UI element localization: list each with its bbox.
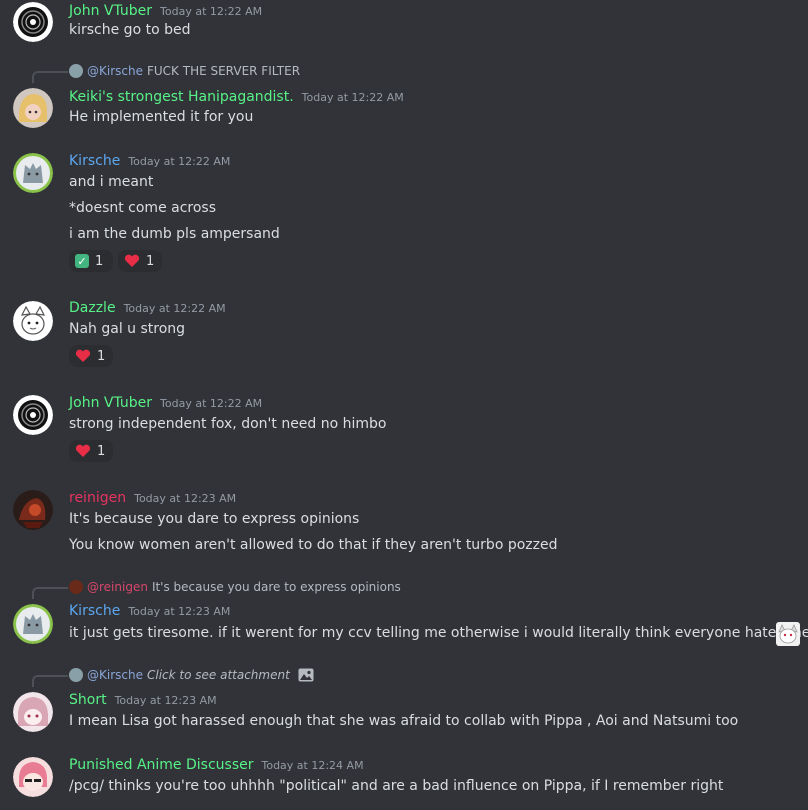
reply-mention[interactable]: @reinigen xyxy=(87,580,148,594)
timestamp[interactable]: Today at 12:23 AM xyxy=(134,492,236,505)
timestamp[interactable]: Today at 12:23 AM xyxy=(115,694,217,707)
author-name[interactable]: reinigen xyxy=(69,490,126,506)
image-icon xyxy=(298,668,314,682)
message-text: and i meant xyxy=(69,174,154,190)
reaction-count: 1 xyxy=(97,443,106,459)
reply-avatar xyxy=(69,64,83,78)
reply-preview[interactable]: @reinigen It's because you dare to expre… xyxy=(69,580,401,594)
message-header: Kirsche Today at 12:23 AM xyxy=(69,603,230,619)
reaction-count: 1 xyxy=(97,348,106,364)
avatar[interactable] xyxy=(13,757,53,797)
message-text: strong independent fox, don't need no hi… xyxy=(69,416,387,432)
reaction-check[interactable]: ✓ 1 xyxy=(69,250,113,272)
author-name[interactable]: Punished Anime Discusser xyxy=(69,757,253,773)
author-name[interactable]: Dazzle xyxy=(69,300,116,316)
timestamp[interactable]: Today at 12:23 AM xyxy=(128,605,230,618)
reaction-count: 1 xyxy=(95,253,104,269)
reaction-count: 1 xyxy=(146,253,155,269)
timestamp[interactable]: Today at 12:22 AM xyxy=(124,302,226,315)
custom-emoji[interactable] xyxy=(776,622,800,646)
reply-spine xyxy=(32,71,68,83)
author-name[interactable]: John VTuber xyxy=(69,395,152,411)
avatar[interactable] xyxy=(13,88,53,128)
reply-mention[interactable]: @Kirsche xyxy=(87,668,143,682)
timestamp[interactable]: Today at 12:22 AM xyxy=(128,155,230,168)
message-text: You know women aren't allowed to do that… xyxy=(69,537,558,553)
message-text: it just gets tiresome. if it werent for … xyxy=(69,625,808,641)
reaction-heart[interactable]: 1 xyxy=(118,250,162,272)
message-header: Short Today at 12:23 AM xyxy=(69,692,217,708)
reply-avatar xyxy=(69,668,83,682)
avatar[interactable] xyxy=(13,490,53,530)
reply-text: It's because you dare to express opinion… xyxy=(151,580,401,594)
avatar[interactable] xyxy=(13,692,53,732)
author-name[interactable]: Short xyxy=(69,692,107,708)
reply-text: Click to see attachment xyxy=(146,668,290,682)
heart-emoji xyxy=(124,254,140,268)
author-name[interactable]: Keiki's strongest Hanipagandist. xyxy=(69,89,294,105)
message-text: /pcg/ thinks you're too uhhhh "political… xyxy=(69,778,724,794)
message-header: reinigen Today at 12:23 AM xyxy=(69,490,236,506)
reply-text: FUCK THE SERVER FILTER xyxy=(146,64,301,78)
author-name[interactable]: Kirsche xyxy=(69,153,120,169)
message-header: Keiki's strongest Hanipagandist. Today a… xyxy=(69,89,404,105)
message-text: I mean Lisa got harassed enough that she… xyxy=(69,713,739,729)
check-emoji: ✓ xyxy=(75,254,89,268)
message-text: kirsche go to bed xyxy=(69,22,191,38)
reply-spine xyxy=(32,587,68,599)
message-header: Dazzle Today at 12:22 AM xyxy=(69,300,226,316)
author-name[interactable]: Kirsche xyxy=(69,603,120,619)
message-text: Nah gal u strong xyxy=(69,321,186,337)
timestamp[interactable]: Today at 12:22 AM xyxy=(302,91,404,104)
reply-preview[interactable]: @Kirsche Click to see attachment xyxy=(69,668,314,682)
message-text: i am the dumb pls ampersand xyxy=(69,226,280,242)
message-header: John VTuber Today at 12:22 AM xyxy=(69,395,262,411)
message-text: It's because you dare to express opinion… xyxy=(69,511,360,527)
reply-avatar xyxy=(69,580,83,594)
timestamp[interactable]: Today at 12:22 AM xyxy=(160,397,262,410)
avatar[interactable] xyxy=(13,301,53,341)
timestamp[interactable]: Today at 12:24 AM xyxy=(261,759,363,772)
reply-mention[interactable]: @Kirsche xyxy=(87,64,143,78)
avatar[interactable] xyxy=(13,2,53,42)
message-header: Punished Anime Discusser Today at 12:24 … xyxy=(69,757,364,773)
avatar[interactable] xyxy=(13,153,53,193)
timestamp[interactable]: Today at 12:22 AM xyxy=(160,5,262,18)
author-name[interactable]: John VTuber xyxy=(69,3,152,19)
reply-preview[interactable]: @Kirsche FUCK THE SERVER FILTER xyxy=(69,64,300,78)
message-text: He implemented it for you xyxy=(69,109,254,125)
message-text: *doesnt come across xyxy=(69,200,217,216)
reaction-heart[interactable]: 1 xyxy=(69,345,113,367)
chat-message-list: John VTuber Today at 12:22 AM kirsche go… xyxy=(0,0,808,810)
heart-emoji xyxy=(75,349,91,363)
avatar[interactable] xyxy=(13,395,53,435)
reaction-heart[interactable]: 1 xyxy=(69,440,113,462)
heart-emoji xyxy=(75,444,91,458)
message-header: Kirsche Today at 12:22 AM xyxy=(69,153,230,169)
message-header: John VTuber Today at 12:22 AM xyxy=(69,3,262,19)
reply-spine xyxy=(32,675,68,687)
avatar[interactable] xyxy=(13,604,53,644)
